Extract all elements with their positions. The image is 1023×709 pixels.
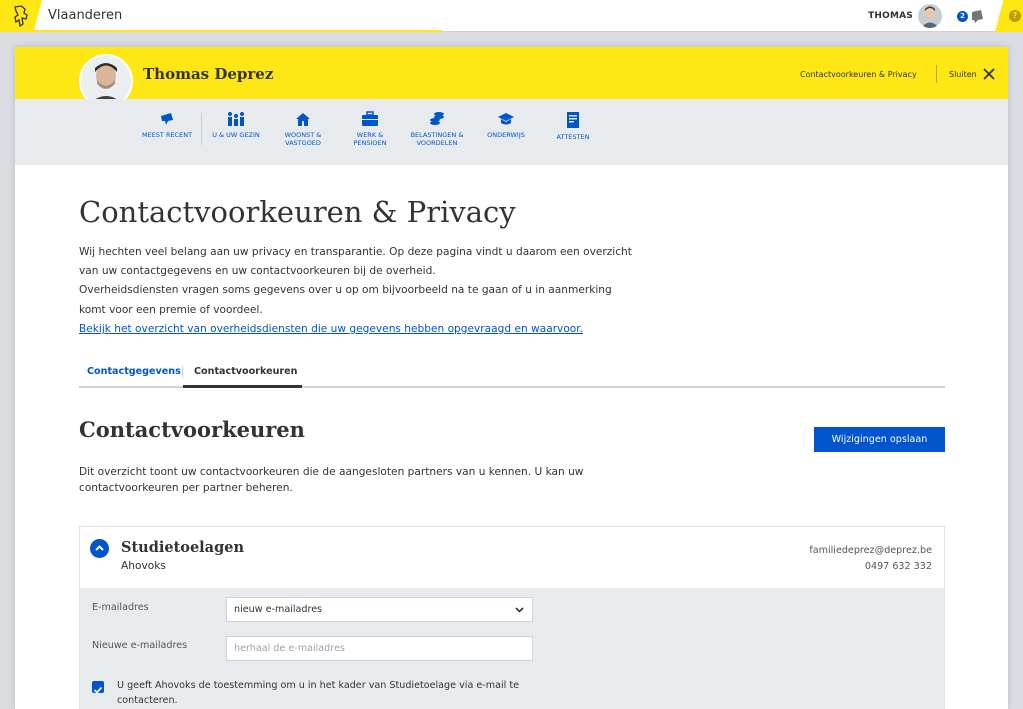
partner-form: E-mailadres nieuw e-mailadres Nieuwe e-m… [80, 588, 944, 709]
intro-line: van uw contactgegevens en uw contactvoor… [79, 265, 436, 278]
document-icon [567, 112, 579, 128]
overview-link[interactable]: Bekijk het overzicht van overheidsdienst… [79, 323, 583, 335]
flanders-lion-logo[interactable] [0, 0, 42, 32]
privacy-link[interactable]: Contactvoorkeuren & Privacy [800, 70, 917, 79]
user-name[interactable]: THOMAS [868, 11, 913, 21]
new-email-label: Nieuwe e-mailadres [92, 640, 188, 651]
save-button[interactable]: Wijzigingen opslaan [814, 427, 945, 452]
nav-item-belastingen-voordelen[interactable]: BELASTINGEN & VOORDELEN [407, 111, 467, 147]
page-title: Contactvoorkeuren & Privacy [79, 195, 516, 229]
header-accent-bar [0, 30, 442, 32]
profile-card: Thomas Deprez Contactvoorkeuren & Privac… [15, 47, 1008, 709]
nav-label: MEEST RECENT [141, 131, 193, 139]
section-title: Contactvoorkeuren [79, 417, 305, 442]
graduation-cap-icon [498, 113, 514, 125]
profile-name: Thomas Deprez [143, 65, 274, 83]
nav-label: ONDERWIJS [487, 131, 525, 139]
active-tab-indicator [183, 385, 302, 388]
partner-name: Studietoelagen [121, 539, 244, 556]
nav-label: ATTESTEN [556, 133, 590, 141]
email-select[interactable]: nieuw e-mailadres [226, 597, 533, 622]
tab-contactvoorkeuren[interactable]: Contactvoorkeuren [194, 366, 298, 377]
coins-icon [430, 112, 444, 125]
help-icon: ? [1009, 10, 1021, 22]
profile-bar: Thomas Deprez Contactvoorkeuren & Privac… [15, 47, 1008, 99]
user-avatar[interactable] [918, 4, 942, 28]
nav-item-onderwijs[interactable]: ONDERWIJS [476, 111, 536, 139]
nav-divider [201, 113, 202, 145]
consent-checkbox[interactable] [92, 681, 104, 694]
tab-contactgegevens[interactable]: Contactgegevens [87, 366, 181, 377]
nav-label: WERK & PENSIOEN [353, 131, 387, 147]
help-button[interactable]: ? [995, 0, 1023, 32]
chevron-down-icon [515, 607, 524, 613]
intro-line: Overheidsdiensten vragen soms gegevens o… [79, 284, 612, 297]
intro-line: komt voor een premie of voordeel. [79, 303, 263, 316]
nav-label: WOONST & VASTGOED [284, 131, 322, 147]
divider [936, 65, 937, 83]
pin-icon [161, 113, 173, 125]
notification-count[interactable]: 2 [957, 11, 968, 22]
family-icon [228, 112, 244, 126]
site-title[interactable]: Vlaanderen [48, 8, 122, 23]
nav-item-meest-recent[interactable]: MEEST RECENT [137, 111, 197, 139]
tab-divider [182, 366, 183, 378]
briefcase-icon [362, 111, 378, 126]
partner-header[interactable]: Studietoelagen Ahovoks familiedeprez@dep… [80, 527, 944, 588]
avatar-icon [921, 6, 939, 28]
chevron-up-icon [95, 545, 104, 551]
partner-organisation: Ahovoks [121, 560, 166, 572]
close-icon[interactable] [982, 67, 996, 81]
lion-icon [14, 5, 28, 27]
nav-item-attesten[interactable]: ATTESTEN [543, 111, 603, 141]
global-header: Vlaanderen THOMAS 2 ? [0, 0, 1023, 32]
nav-item-woonst-vastgoed[interactable]: WOONST & VASTGOED [273, 111, 333, 147]
partner-panel: Studietoelagen Ahovoks familiedeprez@dep… [79, 526, 945, 709]
partner-email: familiedeprez@deprez.be [809, 545, 932, 556]
nav-label: U & UW GEZIN [212, 131, 260, 139]
close-button[interactable]: Sluiten [949, 70, 977, 79]
section-description: Dit overzicht toont uw contactvoorkeuren… [79, 466, 584, 494]
collapse-button[interactable] [90, 539, 109, 558]
nav-label: BELASTINGEN & VOORDELEN [410, 131, 464, 147]
nav-item-werk-pensioen[interactable]: WERK & PENSIOEN [340, 111, 400, 147]
email-select-value: nieuw e-mailadres [234, 604, 323, 615]
nav-item-u-uw-gezin[interactable]: U & UW GEZIN [206, 111, 266, 139]
tab-bar: Contactgegevens Contactvoorkeuren [79, 361, 945, 388]
intro-line: Wij hechten veel belang aan uw privacy e… [79, 246, 632, 258]
notification-icon[interactable] [969, 8, 985, 24]
consent-label[interactable]: U geeft Ahovoks de toestemming om u in h… [117, 678, 537, 708]
check-icon [93, 686, 103, 694]
intro-text: Wij hechten veel belang aan uw privacy e… [79, 243, 659, 339]
partner-phone: 0497 632 332 [864, 561, 932, 572]
email-label: E-mailadres [92, 602, 149, 613]
new-email-input[interactable] [226, 636, 533, 661]
category-nav: MEEST RECENT U & UW GEZIN WOONST & VASTG… [15, 99, 1008, 165]
house-icon [296, 113, 310, 126]
